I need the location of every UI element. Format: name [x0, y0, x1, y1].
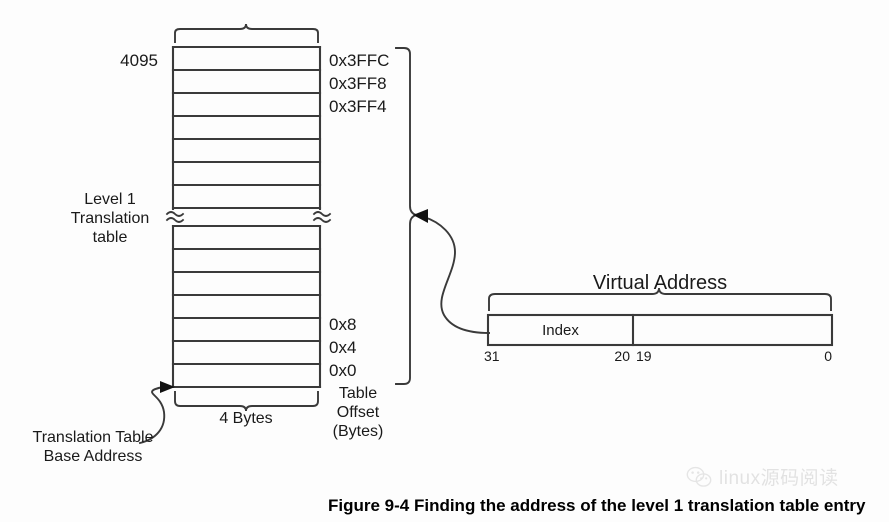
virtual-address-to-table-arrow	[422, 215, 490, 334]
figure-caption: Figure 9-4 Finding the address of the le…	[328, 496, 866, 515]
offset-label-0x4: 0x4	[329, 338, 357, 357]
level1-table-label-line-1: Level 1	[84, 191, 136, 208]
table-offset-label-line-3: (Bytes)	[332, 422, 384, 440]
base-address-label-line-1: Translation Table	[32, 429, 154, 446]
level1-table-label-line-3: table	[92, 228, 128, 246]
table-offset-brace	[395, 47, 419, 385]
base-address-arrowhead	[160, 381, 175, 393]
level1-table-label-line-2: Translation	[70, 209, 150, 227]
virtual-address-title: Virtual Address	[592, 272, 728, 294]
four-bytes-label: 4 Bytes	[219, 410, 273, 427]
table-top-brace	[174, 23, 319, 43]
bit-marker-0: 0	[824, 348, 832, 364]
watermark-text: linux源码阅读	[719, 468, 839, 489]
base-address-label-line-2: Base Address	[43, 447, 143, 465]
table-offset-label-line-1: Table	[338, 385, 378, 402]
offset-label-0x3ff8: 0x3FF8	[329, 74, 387, 93]
table-top-index-label: 4095	[120, 51, 158, 70]
wechat-icon	[686, 466, 712, 487]
four-bytes-brace	[174, 391, 319, 412]
watermark: linux源码阅读	[686, 463, 839, 490]
table-break-marks	[165, 211, 332, 223]
bit-marker-19: 19	[636, 348, 652, 364]
bit-marker-31: 31	[484, 348, 500, 364]
level1-table-label: Level 1 Translation table	[40, 191, 180, 248]
base-address-label: Translation Table Base Address	[8, 429, 178, 467]
table-offset-label: Table Offset (Bytes)	[325, 385, 391, 442]
figure-container: 4095 Level 1 Translation table 0x3FFC 0x3F…	[0, 0, 889, 522]
virtual-address-field-index: Index	[542, 322, 579, 339]
offset-label-0x8: 0x8	[329, 315, 357, 334]
table-offset-label-line-2: Offset	[336, 403, 380, 421]
bit-marker-20: 20	[614, 348, 630, 364]
offset-label-0x3ff4: 0x3FF4	[329, 97, 387, 116]
virtual-address-arrowhead	[413, 209, 428, 223]
offset-label-0x0: 0x0	[329, 361, 357, 380]
offset-label-0x3ffc: 0x3FFC	[329, 51, 390, 70]
